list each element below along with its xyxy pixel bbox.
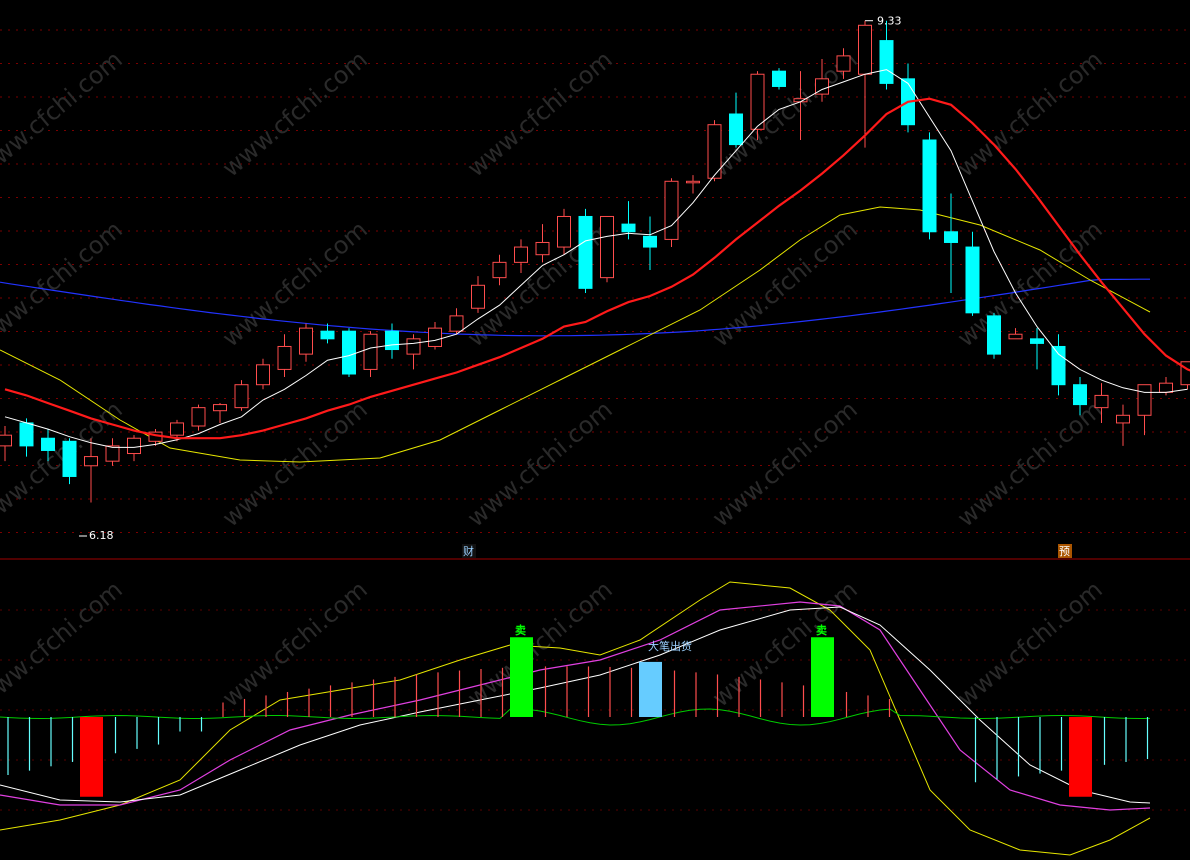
sell-signal-label: 卖 — [515, 623, 526, 637]
candle-body-down — [729, 113, 743, 146]
candle-body-down — [1073, 384, 1087, 406]
sell-signal-bar — [510, 637, 533, 717]
candle-body-up — [836, 55, 851, 72]
stock-chart: www.cfchi.com www.cfchi.com www.cfchi.com w… — [0, 0, 1190, 860]
candle-body-up — [471, 284, 485, 309]
candle-body-up — [299, 327, 313, 355]
candle — [987, 312, 1001, 359]
candle-body-up — [363, 333, 378, 370]
candle-body-up — [557, 215, 571, 248]
candle-body-up — [105, 445, 120, 462]
candle-body-up — [664, 180, 679, 240]
candle-body-up — [1137, 384, 1152, 416]
candle-body-down — [621, 223, 636, 233]
candle-body-down — [1051, 345, 1066, 386]
candle — [234, 380, 249, 411]
candle-body-down — [944, 231, 958, 243]
candle-body-up — [191, 407, 206, 427]
low-price-label: 6.18 — [89, 529, 114, 542]
candle-body-up — [514, 246, 528, 263]
candle-body-down — [62, 440, 77, 477]
candle-body-up — [127, 437, 141, 455]
candle-body-up — [406, 338, 421, 355]
candle-body-down — [578, 215, 593, 289]
candle-body-up — [858, 24, 872, 75]
candle-body-up — [686, 180, 700, 184]
candle-body-up — [750, 73, 765, 130]
candle-body-up — [1116, 414, 1130, 424]
candle-body-up — [0, 434, 12, 447]
candle-body-down — [41, 437, 55, 451]
candle-body-up — [1094, 394, 1109, 409]
candle-body-down — [922, 139, 937, 233]
candle-body-up — [170, 422, 184, 436]
candle-body-up — [84, 456, 98, 467]
candle — [707, 120, 722, 182]
event-marker-yu[interactable]: 预 — [1059, 545, 1070, 558]
candle-body-up — [449, 315, 464, 332]
high-price-label: 9.33 — [877, 15, 902, 28]
candle-body-down — [19, 422, 34, 447]
candle-body-down — [385, 330, 399, 351]
candle-body-down — [320, 330, 335, 340]
candle-body-up — [535, 241, 550, 256]
event-marker-cai[interactable]: 财 — [463, 544, 474, 558]
candle-body-up — [492, 261, 507, 279]
candle — [922, 132, 937, 240]
candle-body-down — [879, 40, 894, 84]
candle — [600, 215, 614, 283]
candle-body-up — [277, 345, 292, 370]
candle — [750, 71, 765, 140]
candle — [342, 328, 356, 378]
candle-body-up — [213, 404, 227, 412]
candle-body-up — [1159, 382, 1173, 393]
candle-body-down — [643, 235, 657, 248]
candle-body-up — [256, 364, 270, 386]
candle — [664, 178, 679, 248]
candle-body-up — [600, 215, 614, 279]
candle-body-up — [234, 384, 249, 409]
sell-signal-label: 卖 — [816, 623, 827, 637]
candle-body-down — [342, 330, 356, 375]
candle-body-down — [1030, 338, 1044, 344]
candle — [578, 208, 593, 293]
candle-body-up — [428, 327, 442, 347]
candle-body-down — [772, 70, 786, 87]
buy-signal-bar — [1069, 717, 1092, 797]
candle-body-down — [965, 246, 980, 314]
sell-signal-bar — [811, 637, 834, 717]
candle-body-down — [987, 315, 1001, 355]
candle-body-up — [1008, 333, 1023, 340]
big-sell-signal-bar — [639, 661, 662, 717]
buy-signal-bar — [80, 717, 103, 797]
big-sell-label: 大笔出货 — [648, 639, 692, 653]
candle — [772, 68, 786, 90]
